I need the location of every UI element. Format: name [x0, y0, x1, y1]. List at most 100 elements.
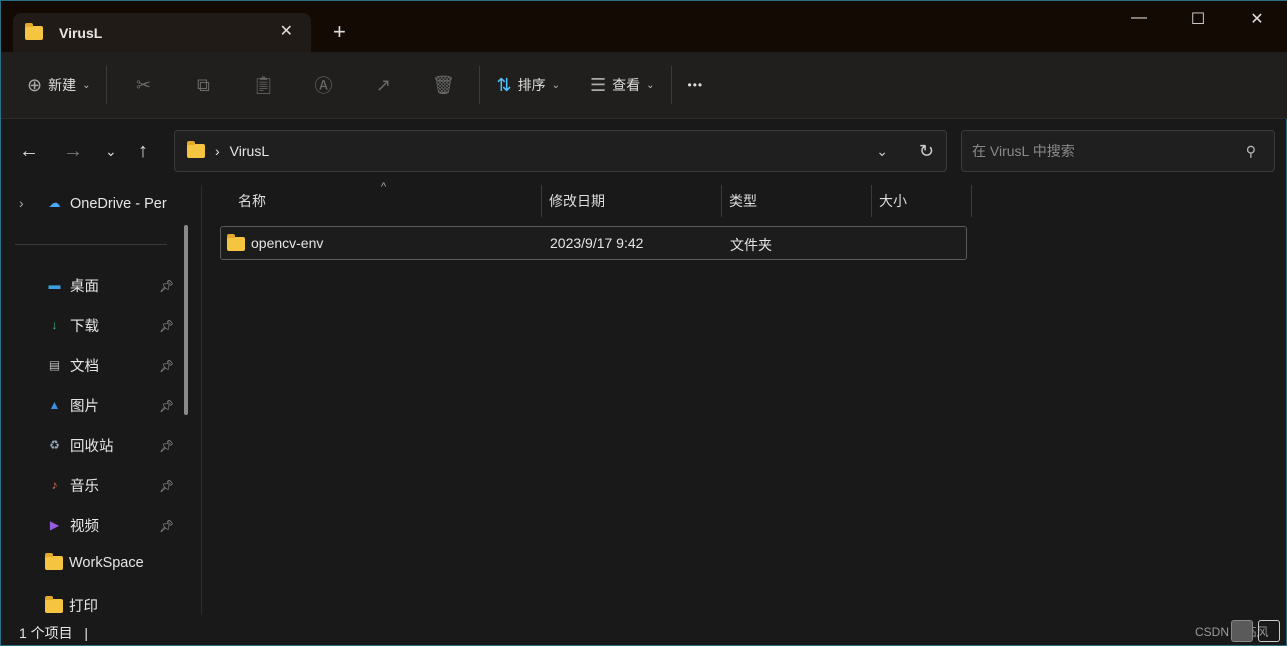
column-header-type[interactable]: 类型	[729, 185, 757, 217]
recycle-bin-icon: ♻	[49, 438, 60, 452]
column-divider[interactable]	[721, 185, 722, 217]
cloud-icon: ☁	[48, 196, 61, 210]
plus-circle-icon: ⊕	[27, 74, 43, 95]
share-button[interactable]: ↗	[353, 65, 413, 105]
tiles-view-button[interactable]	[1258, 620, 1280, 642]
search-box[interactable]: 在 VirusL 中搜索 ⚲	[961, 130, 1275, 172]
folder-icon	[45, 553, 63, 570]
item-count: 1 个项目	[19, 625, 73, 641]
rename-icon: Ⓐ	[314, 76, 333, 96]
minimize-button[interactable]: —	[1119, 9, 1159, 27]
back-button[interactable]: ←	[19, 140, 39, 163]
sidebar-item-label: WorkSpace	[69, 555, 144, 571]
address-dropdown-icon[interactable]: ⌄	[876, 143, 888, 160]
trash-icon: 🗑︎	[432, 74, 455, 95]
sidebar-item-label: 音乐	[70, 479, 99, 495]
cut-button[interactable]: ✂	[113, 65, 173, 105]
delete-button[interactable]: 🗑︎	[413, 65, 473, 105]
tab-virusl[interactable]: VirusL ✕	[13, 13, 311, 52]
sidebar-item-label: 视频	[70, 519, 99, 535]
tab-close-button[interactable]: ✕	[280, 21, 293, 41]
pin-icon[interactable]: 📌︎	[159, 479, 174, 493]
up-button[interactable]: ↑	[138, 140, 148, 163]
navigation-pane: › ☁ OneDrive - Per ▬ 桌面 📌︎ ↓ 下载 📌︎ ▤ 文档 📌︎ ▲ 图片 📌︎ ♻ 回…	[1, 185, 201, 615]
new-button[interactable]: ⊕ 新建 ⌄	[17, 65, 100, 105]
column-header-name[interactable]: 名称	[238, 185, 266, 217]
sidebar-item[interactable]: 打印	[45, 595, 180, 616]
status-bar: 1 个项目 |	[19, 623, 88, 643]
sidebar-item[interactable]: ▬ 桌面 📌︎	[45, 275, 180, 296]
share-icon: ↗	[375, 74, 392, 95]
sidebar-item-onedrive[interactable]: ☁ OneDrive - Per	[45, 195, 180, 212]
sort-button[interactable]: ⇅ 排序 ⌄	[486, 65, 569, 105]
sidebar-item[interactable]: ♪ 音乐 📌︎	[45, 475, 180, 496]
maximize-button[interactable]: ☐	[1178, 9, 1218, 29]
search-icon: ⚲	[1245, 142, 1256, 159]
copy-button[interactable]: ⧉	[173, 65, 233, 105]
documents-icon: ▤	[48, 358, 61, 372]
pin-icon[interactable]: 📌︎	[159, 519, 174, 533]
sidebar-item[interactable]: ▶ 视频 📌︎	[45, 515, 180, 536]
sidebar-scrollbar[interactable]	[184, 225, 188, 415]
sidebar-item-label: 下载	[70, 319, 99, 335]
more-icon: •••	[687, 78, 704, 92]
more-button[interactable]: •••	[678, 65, 714, 105]
pin-icon[interactable]: 📌︎	[159, 319, 174, 333]
forward-button[interactable]: →	[63, 140, 83, 163]
status-separator: |	[84, 625, 88, 641]
navigation-bar: ← → ⌄ ↑ › VirusL ⌄ ↻ 在 VirusL 中搜索 ⚲	[1, 119, 1287, 185]
sidebar-item-label: OneDrive - Per	[70, 195, 167, 212]
folder-icon	[227, 234, 245, 251]
search-input[interactable]: 在 VirusL 中搜索	[972, 141, 1075, 161]
title-bar: VirusL ✕ + — ☐ ✕	[1, 1, 1287, 52]
sidebar-item[interactable]: ▲ 图片 📌︎	[45, 395, 180, 416]
column-divider[interactable]	[971, 185, 972, 217]
view-label: 查看	[612, 77, 641, 93]
sidebar-item-label: 桌面	[70, 279, 99, 295]
pin-icon[interactable]: 📌︎	[159, 399, 174, 413]
videos-icon: ▶	[49, 518, 60, 532]
chevron-down-icon: ⌄	[551, 79, 560, 91]
divider	[670, 66, 672, 104]
column-header-modified[interactable]: 修改日期	[549, 185, 605, 217]
folder-icon	[25, 22, 43, 40]
chevron-down-icon: ⌄	[646, 79, 655, 91]
recent-locations-button[interactable]: ⌄	[105, 143, 117, 160]
sidebar-item[interactable]: WorkSpace	[45, 553, 180, 571]
pin-icon[interactable]: 📌︎	[159, 359, 174, 373]
download-icon: ↓	[51, 318, 58, 332]
file-name: opencv-env	[251, 235, 324, 251]
sidebar-item-label: 文档	[70, 359, 99, 375]
details-view-button[interactable]	[1231, 620, 1253, 642]
new-label: 新建	[48, 77, 77, 93]
file-modified: 2023/9/17 9:42	[550, 235, 644, 251]
desktop-icon: ▬	[48, 278, 61, 292]
expand-chevron-icon[interactable]: ›	[19, 195, 24, 211]
breadcrumb-virusl[interactable]: VirusL	[230, 143, 269, 159]
refresh-button[interactable]: ↻	[919, 141, 934, 162]
address-bar[interactable]: › VirusL ⌄ ↻	[174, 130, 947, 172]
sidebar-item[interactable]: ↓ 下载 📌︎	[45, 315, 180, 336]
view-button[interactable]: ☰ 查看 ⌄	[580, 65, 665, 105]
sort-label: 排序	[517, 77, 546, 93]
file-row[interactable]: opencv-env 2023/9/17 9:42 文件夹	[220, 226, 967, 260]
folder-icon	[187, 141, 205, 158]
sidebar-item[interactable]: ▤ 文档 📌︎	[45, 355, 180, 376]
pin-icon[interactable]: 📌︎	[159, 439, 174, 453]
clipboard-icon: 📋︎	[252, 74, 275, 95]
column-divider[interactable]	[871, 185, 872, 217]
sidebar-item-label: 图片	[70, 399, 99, 415]
new-tab-button[interactable]: +	[333, 19, 346, 45]
rename-button[interactable]: Ⓐ	[293, 65, 353, 105]
scissors-icon: ✂	[135, 74, 152, 95]
pane-divider[interactable]	[201, 185, 202, 615]
pin-icon[interactable]: 📌︎	[159, 279, 174, 293]
music-icon: ♪	[51, 478, 58, 492]
paste-button[interactable]: 📋︎	[233, 65, 293, 105]
sidebar-item[interactable]: ♻ 回收站 📌︎	[45, 435, 180, 456]
command-bar: ⊕ 新建 ⌄ ✂ ⧉ 📋︎ Ⓐ ↗ 🗑︎ ⇅ 排序 ⌄ ☰ 查看 ⌄ •••	[1, 52, 1287, 119]
column-header-size[interactable]: 大小	[879, 185, 907, 217]
column-divider[interactable]	[541, 185, 542, 217]
folder-icon	[45, 595, 63, 613]
close-window-button[interactable]: ✕	[1237, 9, 1277, 29]
